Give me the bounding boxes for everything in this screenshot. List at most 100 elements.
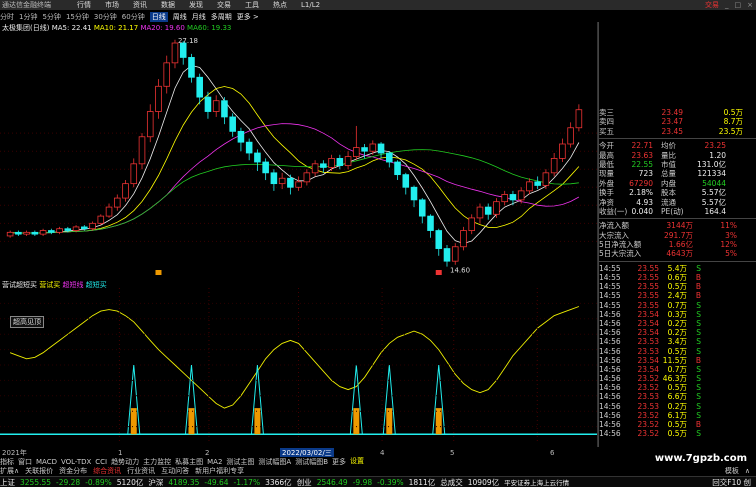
period-15min[interactable]: 15分钟 [66, 12, 89, 22]
tab-macd[interactable]: MACD [36, 458, 57, 466]
subtab-news[interactable]: 综合资讯 [93, 466, 121, 476]
period-monthly[interactable]: 月线 [192, 12, 206, 22]
tab-main-monitor[interactable]: 主力监控 [143, 457, 171, 466]
period-30min[interactable]: 30分钟 [94, 12, 117, 22]
tab-indicator[interactable]: 指标 [0, 457, 14, 466]
quote-stat-cell: 均价 [661, 141, 676, 151]
candle-body [328, 158, 335, 168]
tick-row[interactable]: 14:56 23.53 6.6万 S [599, 392, 756, 401]
subtab-template[interactable]: 模板 [725, 466, 739, 476]
indicator-chart[interactable] [0, 280, 597, 447]
subtab-qa[interactable]: 互动问答 [161, 466, 189, 476]
trade-button[interactable]: 交易 [705, 0, 719, 10]
tick-row[interactable]: 14:55 23.55 0.5万 B [599, 282, 756, 291]
menu-item[interactable]: L1/L2 [301, 1, 320, 9]
minimize-icon[interactable]: _ [725, 1, 729, 9]
menu-item[interactable]: 发现 [189, 0, 203, 10]
subtab-funds[interactable]: 资金分布 [59, 466, 87, 476]
tab-ma2[interactable]: MA2 [207, 458, 222, 466]
subtab-industry[interactable]: 行业资讯 [127, 466, 155, 476]
ma60-label: MA60: 19.33 [187, 24, 232, 32]
menu-item[interactable]: 热点 [273, 0, 287, 10]
tick-row[interactable]: 14:56 23.52 6.1万 S [599, 411, 756, 420]
tick-row[interactable]: 14:56 23.54 0.3万 S [599, 310, 756, 319]
tick-row[interactable]: 14:56 23.53 0.2万 S [599, 402, 756, 411]
date-tick-label: 6 [550, 448, 555, 457]
menu-item[interactable]: 工具 [245, 0, 259, 10]
period-daily[interactable]: 日线 [149, 12, 168, 22]
tab-window[interactable]: 窗口 [18, 457, 32, 466]
tick-row[interactable]: 14:55 23.55 0.7万 S [599, 301, 756, 310]
quote-stat-row: 今开 22.71 均价 23.25 [599, 141, 756, 150]
tab-test-main[interactable]: 测试主图 [226, 457, 254, 466]
candle-body [204, 96, 212, 112]
subtab-collapse[interactable]: ∧ [745, 467, 750, 475]
watermark: www.7gpzb.com [651, 453, 750, 464]
order-book-row: 买五 23.45 23.5万 [599, 127, 756, 136]
candle [278, 172, 286, 190]
candle [15, 230, 22, 236]
maximize-icon[interactable]: □ [735, 1, 742, 9]
tick-row[interactable]: 14:56 23.53 3.4万 S [599, 337, 756, 346]
tick-row[interactable]: 14:56 23.52 0.5万 B [599, 420, 756, 429]
tick-row[interactable]: 14:55 23.55 5.4万 S [599, 264, 756, 273]
period-5min[interactable]: 5分钟 [42, 12, 60, 22]
quote-stat-cell: 股本 [661, 188, 676, 198]
tab-test-b[interactable]: 测试幅图B [295, 457, 328, 466]
tick-row[interactable]: 14:56 23.54 0.2万 S [599, 319, 756, 328]
tick-row[interactable]: 14:55 23.55 2.4万 B [599, 291, 756, 300]
period-minute-chart[interactable]: 分时 [0, 12, 14, 22]
quote-stat-cell: 最高 [599, 150, 614, 160]
tick-row[interactable]: 14:55 23.55 0.6万 B [599, 273, 756, 282]
subtab-related[interactable]: 关联报价 [25, 466, 53, 476]
tick-cell: S [696, 392, 701, 402]
fund-flow-row: 净流入额 3144万 11% [599, 221, 756, 230]
quote-stat-cell: 5.57亿 [701, 197, 726, 207]
tick-cell: 0.7万 [667, 364, 687, 374]
order-book-cell: 卖四 [599, 117, 614, 127]
subtab-welfare[interactable]: 新用户福利专享 [195, 466, 244, 476]
tick-row[interactable]: 14:56 23.54 11.5万 B [599, 356, 756, 365]
tab-trend[interactable]: 趋势动力 [111, 457, 139, 466]
quote-stat-row: 净资 4.93 流通 5.57亿 [599, 198, 756, 207]
quote-stat-cell: 22.71 [631, 141, 653, 151]
quote-stat-row: 最低 22.55 市值 131.0亿 [599, 160, 756, 169]
tick-row[interactable]: 14:56 23.54 0.7万 S [599, 365, 756, 374]
tab-cci[interactable]: CCI [95, 458, 107, 466]
menu-item[interactable]: 行情 [77, 0, 91, 10]
tick-row[interactable]: 14:56 23.53 0.5万 S [599, 347, 756, 356]
fund-flow-cell: 291.7万 [664, 230, 693, 240]
candlestick-chart[interactable]: 27.18 14.60 [0, 22, 597, 277]
candle-body [105, 206, 113, 217]
date-tick-label: 4 [380, 448, 385, 457]
period-60min[interactable]: 60分钟 [122, 12, 145, 22]
cy-index-amount: 1811亿 [408, 477, 436, 487]
close-icon[interactable]: × [747, 1, 753, 9]
tab-settings[interactable]: 设置 [350, 457, 364, 466]
tick-row[interactable]: 14:56 23.52 46.3万 S [599, 374, 756, 383]
subtab-expand[interactable]: 扩展∧ [0, 466, 19, 476]
menu-item[interactable]: 资讯 [133, 0, 147, 10]
tab-more[interactable]: 更多 [332, 457, 346, 466]
candle [163, 55, 171, 94]
candle [138, 133, 146, 170]
tick-cell: 14:56 [599, 383, 621, 393]
tick-row[interactable]: 14:56 23.54 0.2万 S [599, 328, 756, 337]
candle-body [567, 127, 574, 145]
period-weekly[interactable]: 周线 [173, 12, 187, 22]
period-multi[interactable]: 多周期 [211, 12, 232, 22]
menu-item[interactable]: 交易 [217, 0, 231, 10]
period-more[interactable]: 更多 > [237, 12, 259, 22]
tab-private-main[interactable]: 私募主图 [175, 457, 203, 466]
date-tick-label: 5 [450, 448, 455, 457]
event-marker [155, 270, 162, 275]
menu-item[interactable]: 市场 [105, 0, 119, 10]
tick-cell: 23.52 [637, 383, 659, 393]
tick-list[interactable]: 14:55 23.55 5.4万 S 14:55 23.55 0.6万 B 14:55 23.55… [599, 264, 756, 439]
tab-vol-tdx[interactable]: VOL-TDX [61, 458, 91, 466]
menu-item[interactable]: 数据 [161, 0, 175, 10]
tab-test-a[interactable]: 测试幅图A [258, 457, 291, 466]
period-1min[interactable]: 1分钟 [19, 12, 37, 22]
tick-row[interactable]: 14:56 23.52 0.5万 S [599, 383, 756, 392]
tick-row[interactable]: 14:56 23.52 0.5万 S [599, 429, 756, 438]
